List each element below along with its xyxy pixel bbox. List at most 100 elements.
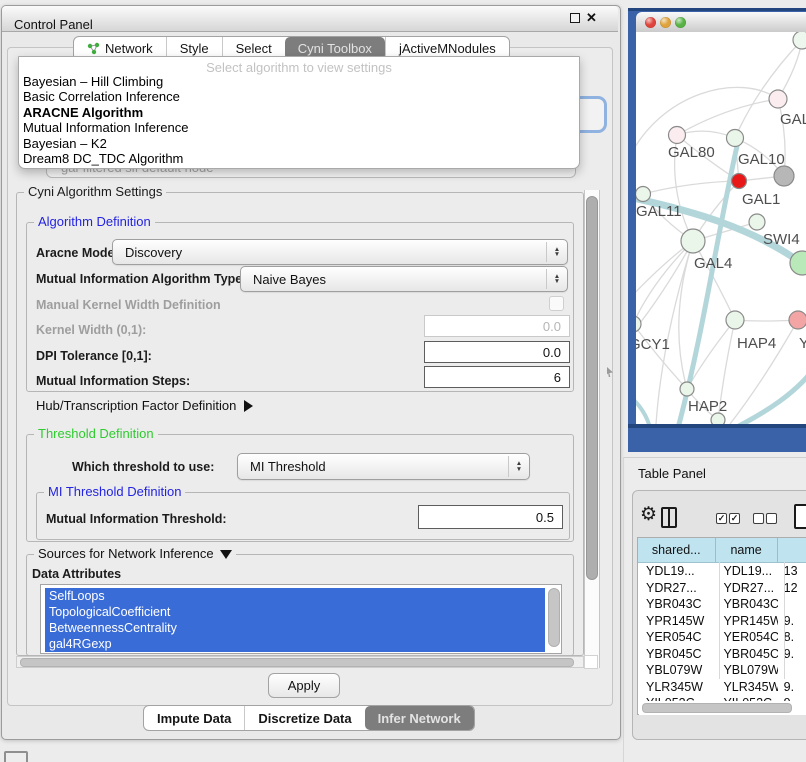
unchecked-checkbox-icon[interactable] bbox=[753, 513, 764, 524]
network-node[interactable] bbox=[711, 413, 725, 424]
checked-checkbox-icon[interactable]: ✓ bbox=[729, 513, 740, 524]
attributes-list-scrollbar-thumb[interactable] bbox=[548, 588, 560, 647]
dropdown-item[interactable]: ARACNE Algorithm bbox=[19, 105, 579, 120]
dpi-tolerance-label: DPI Tolerance [0,1]: bbox=[36, 349, 152, 363]
aracne-mode-select[interactable]: Discovery ▲▼ bbox=[112, 239, 568, 265]
close-traffic-light-icon[interactable] bbox=[645, 17, 656, 28]
node-table: shared...name YDL19...YDL19...13YDR27...… bbox=[637, 537, 806, 715]
kernel-width-field[interactable] bbox=[424, 315, 570, 337]
network-node-hap2[interactable] bbox=[680, 382, 694, 396]
dpi-tolerance-field[interactable] bbox=[424, 341, 570, 363]
dropdown-item[interactable]: Bayesian – Hill Climbing bbox=[19, 74, 579, 89]
mi-algorithm-type-label: Mutual Information Algorithm Type: bbox=[36, 272, 246, 286]
sources-expander[interactable]: Sources for Network Inference bbox=[34, 547, 236, 561]
network-node-label: Y bbox=[799, 335, 806, 352]
settings-horizontal-scrollbar[interactable] bbox=[16, 656, 584, 668]
network-node-gal11[interactable] bbox=[636, 187, 651, 202]
network-node-label: GAL bbox=[780, 111, 806, 128]
split-columns-icon[interactable] bbox=[661, 507, 677, 528]
attribute-list-item[interactable]: gal4RGexp bbox=[45, 636, 545, 652]
checked-checkbox-icon[interactable]: ✓ bbox=[716, 513, 727, 524]
hub-definition-expander[interactable]: Hub/Transcription Factor Definition bbox=[36, 398, 253, 413]
table-row[interactable]: YBR043CYBR043C bbox=[638, 596, 806, 613]
which-threshold-select[interactable]: MI Threshold ▲▼ bbox=[237, 453, 530, 480]
table-panel-title: Table Panel bbox=[638, 466, 706, 481]
table-row[interactable]: YDL19...YDL19...13 bbox=[638, 563, 806, 580]
table-row[interactable]: YDR27...YDR27...12 bbox=[638, 580, 806, 597]
network-node-label: HAP2 bbox=[688, 398, 727, 415]
network-node-label: HAP4 bbox=[737, 335, 776, 352]
network-node-gal80[interactable] bbox=[669, 127, 686, 144]
attribute-list-item[interactable]: TopologicalCoefficient bbox=[45, 604, 545, 620]
mi-threshold-field[interactable] bbox=[418, 505, 563, 529]
control-panel-titlebar[interactable]: Control Panel bbox=[2, 6, 618, 32]
settings-vertical-scrollbar-thumb[interactable] bbox=[586, 196, 598, 580]
network-window-frame-bottom bbox=[628, 424, 806, 428]
network-node-gal1[interactable] bbox=[732, 174, 747, 189]
dropdown-item[interactable]: Mutual Information Inference bbox=[19, 120, 579, 135]
panel-divider-vertical[interactable] bbox=[623, 457, 624, 762]
table-cell: 9. bbox=[778, 614, 806, 628]
mi-steps-label: Mutual Information Steps: bbox=[36, 374, 190, 388]
network-node-hap4[interactable] bbox=[726, 311, 744, 329]
table-row[interactable]: YBR045CYBR045C9. bbox=[638, 646, 806, 663]
bottom-tab-infer-network[interactable]: Infer Network bbox=[365, 706, 474, 730]
zoom-traffic-light-icon[interactable] bbox=[675, 17, 686, 28]
network-node-swi4[interactable] bbox=[749, 214, 765, 230]
page-icon[interactable] bbox=[794, 504, 806, 529]
network-node-gal10[interactable] bbox=[727, 130, 744, 147]
table-row[interactable]: YBL079WYBL079W bbox=[638, 662, 806, 679]
bottom-tab-impute-data[interactable]: Impute Data bbox=[144, 706, 244, 730]
attribute-list-item[interactable]: BetweennessCentrality bbox=[45, 620, 545, 636]
table-column-header[interactable] bbox=[778, 538, 806, 562]
table-header-row: shared...name bbox=[638, 538, 806, 563]
network-node-gal4[interactable] bbox=[681, 229, 705, 253]
network-edge[interactable] bbox=[677, 99, 778, 135]
table-row[interactable]: YLR345WYLR345W9. bbox=[638, 679, 806, 696]
table-column-header[interactable]: name bbox=[716, 538, 778, 562]
table-cell: YDL19... bbox=[638, 564, 715, 578]
table-cell: YDL19... bbox=[715, 564, 777, 578]
dropdown-item[interactable]: Basic Correlation Inference bbox=[19, 89, 579, 104]
table-row[interactable]: YPR145WYPR145W9. bbox=[638, 613, 806, 630]
dropdown-item[interactable]: Dream8 DC_TDC Algorithm bbox=[19, 151, 579, 166]
table-hscroll-track[interactable] bbox=[639, 701, 806, 715]
unchecked-checkbox-icon[interactable] bbox=[766, 513, 777, 524]
network-node[interactable] bbox=[774, 166, 794, 186]
network-node-gcy1[interactable] bbox=[636, 316, 641, 332]
network-edge[interactable] bbox=[636, 241, 693, 338]
close-panel-icon[interactable]: ✕ bbox=[586, 10, 597, 26]
data-attributes-list[interactable]: SelfLoopsTopologicalCoefficientBetweenne… bbox=[40, 584, 562, 654]
network-window-titlebar[interactable] bbox=[636, 12, 806, 33]
table-hscroll-thumb[interactable] bbox=[642, 703, 792, 713]
table-cell: YDR27... bbox=[715, 581, 777, 595]
mi-steps-field[interactable] bbox=[424, 366, 570, 388]
mi-algorithm-type-select[interactable]: Naive Bayes ▲▼ bbox=[240, 266, 568, 292]
manual-kernel-width-checkbox[interactable] bbox=[549, 296, 564, 311]
combo-arrows-icon: ▲▼ bbox=[546, 242, 567, 262]
network-view-canvas[interactable]: GALGAL80GAL10GAL1GAL11SWI4GAL4GCY1HAP4YH… bbox=[636, 32, 806, 424]
attribute-list-item[interactable]: SelfLoops bbox=[45, 588, 545, 604]
table-row[interactable]: YER054CYER054C8. bbox=[638, 629, 806, 646]
table-column-header[interactable]: shared... bbox=[638, 538, 716, 562]
minimize-traffic-light-icon[interactable] bbox=[660, 17, 671, 28]
settings-horizontal-scrollbar-thumb[interactable] bbox=[20, 658, 574, 667]
network-node-gal[interactable] bbox=[769, 90, 787, 108]
data-attributes-label: Data Attributes bbox=[32, 567, 121, 581]
network-edge-thick[interactable] bbox=[735, 376, 806, 424]
dropdown-item[interactable]: Bayesian – K2 bbox=[19, 136, 579, 151]
network-node-label: GAL80 bbox=[668, 144, 715, 161]
settings-vertical-scrollbar[interactable] bbox=[584, 190, 600, 668]
dropdown-items: Bayesian – Hill ClimbingBasic Correlatio… bbox=[19, 74, 579, 166]
network-node-y[interactable] bbox=[789, 311, 806, 329]
bottom-tabstrip: Impute DataDiscretize DataInfer Network bbox=[143, 705, 475, 731]
network-edge-thick[interactable] bbox=[636, 388, 650, 424]
apply-button[interactable]: Apply bbox=[268, 673, 340, 698]
network-node[interactable] bbox=[793, 32, 806, 49]
bottom-tab-discretize-data[interactable]: Discretize Data bbox=[244, 706, 364, 730]
float-panel-icon[interactable] bbox=[570, 13, 580, 23]
network-edge[interactable] bbox=[643, 181, 739, 194]
minimized-panel-icon[interactable] bbox=[4, 751, 28, 762]
tab-label: Style bbox=[180, 41, 209, 56]
gear-icon[interactable]: ⚙ bbox=[640, 503, 657, 526]
